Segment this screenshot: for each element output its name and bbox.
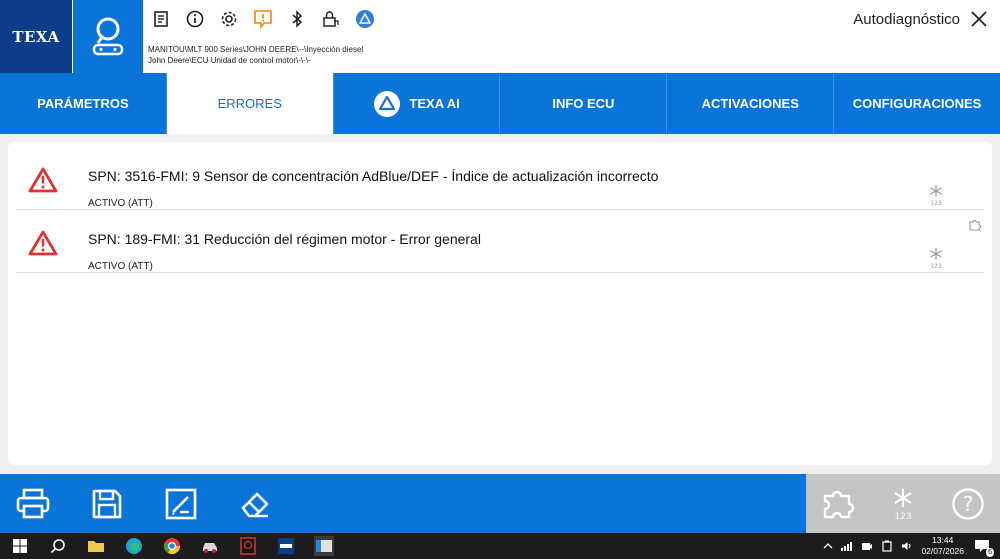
system-tray: 13:44 02/07/2026 6 [823, 535, 994, 557]
taskbar-app-red[interactable] [238, 536, 258, 556]
document-icon[interactable] [150, 8, 172, 30]
tab-label: CONFIGURACIONES [852, 96, 982, 111]
help-icon: ? [951, 487, 984, 520]
window-app-icon [316, 540, 332, 552]
info-icon[interactable] [184, 8, 206, 30]
toolbar-right-group: 123 ? [806, 474, 1000, 533]
freeze-frame-icon: 123 [894, 488, 912, 521]
texa-ai-icon[interactable] [354, 8, 376, 30]
warning-triangle-icon [28, 167, 58, 193]
taskbar-app-active[interactable] [314, 536, 334, 556]
error-status: ACTIVO (ATT) [88, 261, 153, 272]
help-button[interactable]: ? [949, 485, 987, 523]
texa-logo: TEXA [0, 0, 72, 73]
error-title: SPN: 189-FMI: 31 Reducción del régimen m… [88, 231, 481, 247]
lock-icon[interactable] [320, 8, 342, 30]
header-icon-bar [150, 8, 376, 30]
puzzle-button[interactable] [819, 485, 857, 523]
help-label: ? [962, 492, 973, 516]
main-tabs: PARÁMETROS ERRORES TEXA AI INFO ECU ACTI… [0, 73, 1000, 134]
edge-icon [126, 538, 142, 554]
tab-label: ACTIVACIONES [701, 96, 799, 111]
error-status: ACTIVO (ATT) [88, 198, 153, 209]
edit-icon [165, 488, 197, 519]
bluetooth-icon[interactable] [286, 8, 308, 30]
tab-texa-ai[interactable]: TEXA AI [334, 73, 501, 134]
search-icon [50, 539, 65, 554]
vehicle-path-line2: John Deere\ECU Unidad de control motor\-… [148, 56, 311, 65]
mode-title: Autodiagnóstico [853, 11, 960, 28]
volume-icon[interactable] [901, 541, 913, 551]
print-icon [16, 488, 50, 518]
tab-errores[interactable]: ERRORES [166, 73, 334, 134]
tab-configuraciones[interactable]: CONFIGURACIONES [834, 73, 1000, 134]
vehicle-path: MANITOU\MLT 900 Series\JOHN DEERE\--\Iny… [148, 44, 363, 66]
print-button[interactable] [14, 485, 52, 523]
taskbar-chrome[interactable] [162, 536, 182, 556]
bottom-toolbar: 123 ? [0, 474, 1000, 533]
tab-parametros[interactable]: PARÁMETROS [0, 73, 167, 134]
puzzle-icon[interactable] [968, 218, 982, 232]
vehicle-search-button[interactable] [73, 0, 143, 73]
warning-chat-icon[interactable] [252, 8, 274, 30]
close-icon [971, 11, 987, 27]
tab-label: INFO ECU [552, 96, 615, 111]
chevron-up-icon[interactable] [823, 541, 833, 551]
logo-text: TEXA [12, 27, 60, 46]
tab-info-ecu[interactable]: INFO ECU [500, 73, 668, 134]
network-signal-icon[interactable] [841, 541, 853, 551]
folder-icon [88, 541, 104, 552]
svg-text:123: 123 [930, 263, 942, 269]
red-app-icon [240, 537, 256, 555]
camera-icon[interactable] [861, 541, 873, 551]
eraser-icon [241, 492, 269, 517]
freeze-frame-icon[interactable]: 123 [928, 184, 944, 206]
battery-icon[interactable] [881, 540, 893, 552]
taskbar-search-button[interactable] [48, 536, 68, 556]
idc-app-icon [278, 538, 294, 554]
save-icon [92, 489, 122, 518]
freeze-frame-icon[interactable]: 123 [928, 247, 944, 269]
clock-time: 13:44 [932, 535, 954, 545]
warning-triangle-icon [28, 230, 58, 256]
notification-button[interactable]: 6 [972, 536, 994, 557]
save-button[interactable] [88, 485, 126, 523]
freeze-frame-label: 123 [894, 512, 911, 521]
svg-text:123: 123 [930, 200, 942, 206]
tab-activaciones[interactable]: ACTIVACIONES [667, 73, 835, 134]
freeze-frame-button[interactable]: 123 [884, 485, 922, 523]
app-header: TEXA MANITOU\MLT 900 Series\JOHN DEERE\-… [0, 0, 1000, 73]
tab-label: ERRORES [217, 96, 282, 111]
texa-ai-icon [374, 90, 401, 117]
error-row[interactable]: SPN: 189-FMI: 31 Reducción del régimen m… [16, 211, 984, 273]
close-button[interactable] [968, 8, 990, 30]
vehicle-path-line1: MANITOU\MLT 900 Series\JOHN DEERE\--\Iny… [148, 45, 364, 54]
chrome-icon [163, 538, 181, 555]
erase-button[interactable] [236, 485, 274, 523]
car-app-icon [203, 543, 217, 553]
windows-taskbar: 13:44 02/07/2026 6 [0, 533, 1000, 559]
tab-label: PARÁMETROS [37, 96, 129, 111]
error-row[interactable]: SPN: 3516-FMI: 9 Sensor de concentración… [16, 148, 984, 210]
tab-label: TEXA AI [409, 96, 460, 111]
edit-button[interactable] [162, 485, 200, 523]
taskbar-app-idc[interactable] [276, 536, 296, 556]
taskbar-file-explorer[interactable] [86, 536, 106, 556]
notification-count: 6 [986, 548, 994, 557]
vehicle-search-icon [92, 17, 124, 55]
gear-icon[interactable] [218, 8, 240, 30]
clock-date: 02/07/2026 [921, 546, 964, 556]
error-list-panel: SPN: 3516-FMI: 9 Sensor de concentración… [8, 142, 992, 465]
windows-start-icon [13, 539, 27, 553]
taskbar-edge[interactable] [124, 536, 144, 556]
error-title: SPN: 3516-FMI: 9 Sensor de concentración… [88, 168, 659, 184]
puzzle-icon [824, 490, 855, 518]
start-button[interactable] [10, 536, 30, 556]
taskbar-app-car[interactable] [200, 536, 220, 556]
taskbar-clock[interactable]: 13:44 02/07/2026 [921, 535, 964, 557]
